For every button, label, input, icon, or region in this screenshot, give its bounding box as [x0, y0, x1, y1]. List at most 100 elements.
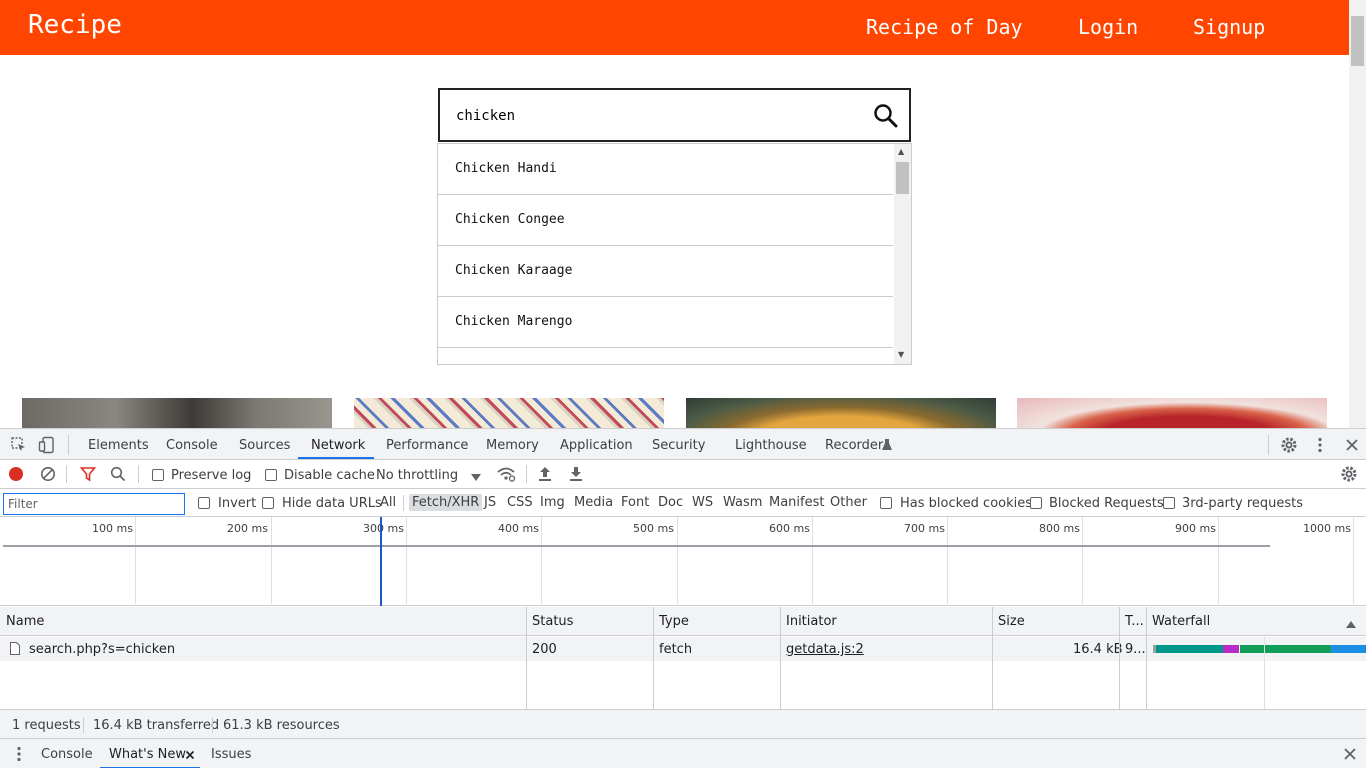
column-divider[interactable]: [653, 607, 654, 709]
column-divider[interactable]: [1146, 607, 1147, 709]
disable-cache-label: Disable cache: [284, 468, 375, 483]
type-filter-img[interactable]: Img: [540, 495, 565, 510]
scroll-thumb[interactable]: [896, 162, 909, 194]
column-divider[interactable]: [780, 607, 781, 709]
third-party-requests-checkbox[interactable]: [1163, 497, 1175, 509]
suggestion-item[interactable]: Chicken Handi: [438, 144, 893, 195]
tab-application[interactable]: Application: [560, 438, 633, 453]
tick-label: 600 ms: [769, 522, 810, 535]
tick-label: 1000 ms: [1303, 522, 1351, 535]
drawer-tab-console[interactable]: Console: [41, 747, 93, 762]
search-input[interactable]: [456, 104, 856, 128]
type-filter-doc[interactable]: Doc: [658, 495, 683, 510]
hide-data-urls-checkbox[interactable]: [262, 497, 274, 509]
settings-gear-icon[interactable]: [1280, 436, 1298, 454]
close-devtools-icon[interactable]: [1343, 436, 1361, 454]
column-header-waterfall[interactable]: Waterfall: [1152, 614, 1210, 629]
suggestion-scrollbar[interactable]: ▲ ▼: [894, 144, 911, 364]
tab-sources[interactable]: Sources: [239, 438, 290, 453]
search-icon[interactable]: [110, 466, 126, 482]
has-blocked-cookies-checkbox[interactable]: [880, 497, 892, 509]
scroll-up-icon[interactable]: ▲: [898, 147, 904, 156]
clear-icon[interactable]: [40, 466, 56, 482]
waterfall-ssl: [1223, 645, 1239, 653]
recipe-card-image[interactable]: [686, 398, 996, 428]
grid-line: [1218, 517, 1219, 606]
request-initiator-link[interactable]: getdata.js:2: [786, 642, 864, 657]
network-overview-timeline[interactable]: 100 ms 200 ms 300 ms 400 ms 500 ms 600 m…: [0, 517, 1366, 606]
type-filter-media[interactable]: Media: [574, 495, 613, 510]
close-drawer-icon[interactable]: [1341, 745, 1359, 763]
search-icon[interactable]: [873, 103, 899, 129]
page-scroll-thumb[interactable]: [1351, 16, 1364, 66]
sort-ascending-icon[interactable]: [1346, 617, 1356, 628]
suggestion-item[interactable]: Chicken Marengo: [438, 297, 893, 348]
export-har-icon[interactable]: [569, 466, 583, 482]
type-filter-font[interactable]: Font: [621, 495, 649, 510]
tab-performance[interactable]: Performance: [386, 438, 468, 453]
import-har-icon[interactable]: [538, 466, 552, 482]
request-name[interactable]: search.php?s=chicken: [29, 642, 175, 657]
column-header-type[interactable]: Type: [659, 614, 689, 629]
network-toolbar: Preserve log Disable cache No throttling: [0, 460, 1366, 489]
drawer-tab-issues[interactable]: Issues: [211, 747, 251, 762]
nav-login[interactable]: Login: [1078, 15, 1138, 39]
column-header-initiator[interactable]: Initiator: [786, 614, 837, 629]
column-header-name[interactable]: Name: [6, 614, 44, 629]
drawer-tab-whats-new[interactable]: What's New: [109, 747, 186, 762]
tab-memory[interactable]: Memory: [486, 438, 539, 453]
drawer-menu-icon[interactable]: [10, 745, 28, 763]
disable-cache-checkbox[interactable]: [265, 469, 277, 481]
type-filter-js[interactable]: JS: [484, 495, 496, 510]
device-toolbar-icon[interactable]: [38, 436, 56, 454]
column-divider[interactable]: [526, 607, 527, 709]
type-filter-all[interactable]: All: [380, 495, 396, 510]
filter-input[interactable]: [3, 493, 185, 515]
type-filter-wasm[interactable]: Wasm: [723, 495, 762, 510]
type-filter-fetch-xhr[interactable]: Fetch/XHR: [409, 494, 483, 511]
invert-checkbox[interactable]: [198, 497, 210, 509]
nav-recipe-of-day[interactable]: Recipe of Day: [866, 15, 1023, 39]
close-tab-icon[interactable]: [185, 749, 195, 760]
recipe-card-image[interactable]: [1017, 398, 1327, 428]
type-filter-other[interactable]: Other: [830, 495, 867, 510]
tab-lighthouse[interactable]: Lighthouse: [735, 438, 807, 453]
tab-elements[interactable]: Elements: [88, 438, 149, 453]
column-header-time[interactable]: T...: [1125, 614, 1144, 629]
tick-label: 800 ms: [1039, 522, 1080, 535]
preserve-log-checkbox[interactable]: [152, 469, 164, 481]
tab-recorder[interactable]: Recorder: [825, 438, 883, 453]
suggestion-item[interactable]: Chicken Congee: [438, 195, 893, 246]
inspect-element-icon[interactable]: [10, 436, 28, 454]
column-divider[interactable]: [992, 607, 993, 709]
recipe-card-image[interactable]: [354, 398, 664, 428]
chevron-down-icon[interactable]: [471, 471, 481, 481]
tab-console[interactable]: Console: [166, 438, 218, 453]
waterfall-grid-line: [1264, 637, 1265, 709]
invert-label: Invert: [218, 496, 257, 511]
waterfall-download: [1331, 645, 1366, 653]
scroll-down-icon[interactable]: ▼: [898, 350, 904, 359]
throttling-select[interactable]: No throttling: [376, 468, 458, 483]
recipe-card-image[interactable]: [22, 398, 332, 428]
table-row[interactable]: search.php?s=chicken 200 fetch getdata.j…: [0, 637, 1366, 661]
suggestion-list: Chicken Handi Chicken Congee Chicken Kar…: [437, 143, 912, 365]
network-settings-gear-icon[interactable]: [1340, 465, 1358, 483]
tab-network[interactable]: Network: [311, 438, 365, 453]
column-divider[interactable]: [1119, 607, 1120, 709]
filter-icon[interactable]: [79, 466, 97, 482]
blocked-requests-checkbox[interactable]: [1030, 497, 1042, 509]
type-filter-ws[interactable]: WS: [692, 495, 713, 510]
tab-security[interactable]: Security: [652, 438, 705, 453]
type-filter-manifest[interactable]: Manifest: [769, 495, 824, 510]
network-conditions-icon[interactable]: [496, 466, 516, 482]
nav-signup[interactable]: Signup: [1193, 15, 1265, 39]
column-header-status[interactable]: Status: [532, 614, 573, 629]
column-header-size[interactable]: Size: [998, 614, 1025, 629]
more-options-icon[interactable]: [1311, 436, 1329, 454]
record-icon[interactable]: [8, 466, 24, 482]
suggestion-item[interactable]: Chicken Karaage: [438, 246, 893, 297]
brand-logo[interactable]: Recipe: [28, 10, 122, 40]
page-scrollbar[interactable]: [1349, 0, 1366, 428]
type-filter-css[interactable]: CSS: [507, 495, 533, 510]
